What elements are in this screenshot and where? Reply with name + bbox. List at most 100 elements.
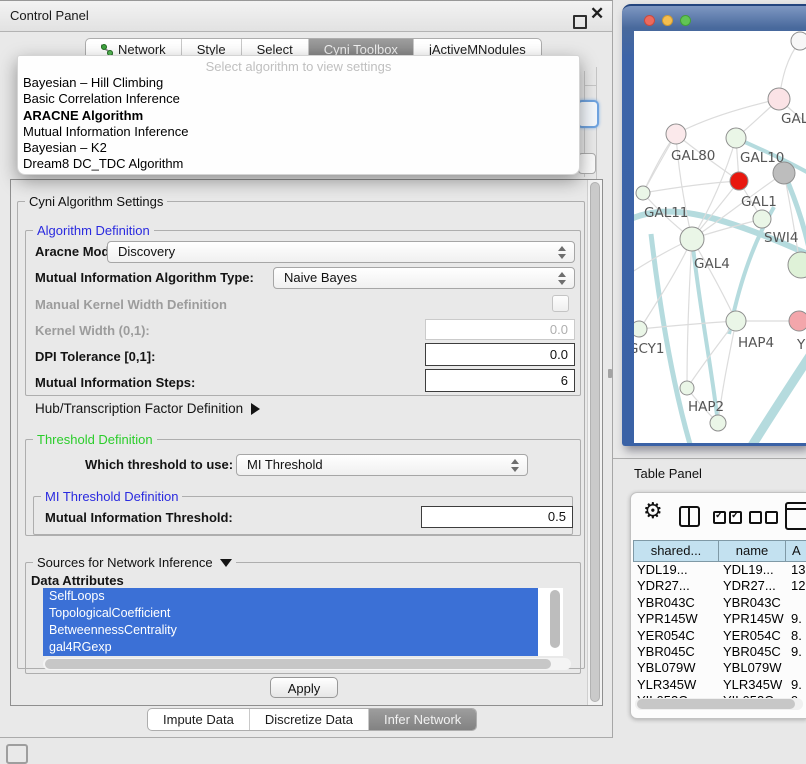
network-node[interactable] [710,415,726,431]
list-horizontal-scrollbar[interactable] [43,658,571,670]
data-attributes-list[interactable]: SelfLoopsTopologicalCoefficientBetweenne… [43,588,563,656]
algorithm-option-dream8-dc-tdc-algorithm[interactable]: Dream8 DC_TDC Algorithm [18,156,579,172]
network-node-gal10[interactable] [726,128,746,148]
unchecked-checkbox-icon[interactable] [749,511,762,524]
cell: 9. [787,644,802,660]
dpi-tolerance-field[interactable]: 0.0 [425,343,575,366]
network-graph[interactable]: GALGAL80GAL10GAL1GAL11SWI4GAL4GCY1HAP4YH… [634,31,806,443]
node-label: GAL11 [644,205,688,221]
table-row[interactable]: YDR27...YDR27...12 [633,578,806,594]
node-label: HAP2 [688,399,724,415]
apply-button[interactable]: Apply [270,677,338,698]
minimize-window-icon[interactable] [662,15,673,26]
hidden-combobox-fragment [577,100,599,128]
cell: YDL19... [719,562,787,578]
tab-infer-network[interactable]: Infer Network [369,709,476,730]
hub-definition-expander[interactable]: Hub/Transcription Factor Definition [35,401,260,416]
manual-kernel-width-checkbox[interactable] [552,295,569,312]
network-node-gal11[interactable] [636,186,650,200]
network-node-hap4[interactable] [726,311,746,331]
network-canvas[interactable]: GALGAL80GAL10GAL1GAL11SWI4GAL4GCY1HAP4YH… [634,31,806,443]
settings-vertical-scrollbar[interactable] [587,180,602,705]
close-window-icon[interactable] [644,15,655,26]
scrollbar-thumb[interactable] [637,699,795,709]
cell: YBR045C [633,644,719,660]
network-node[interactable] [791,32,806,50]
network-node-gal4[interactable] [680,227,704,251]
mi-algorithm-type-combobox[interactable]: Naive Bayes [273,267,575,289]
scrollbar-thumb[interactable] [590,182,600,702]
algorithm-option-aracne-algorithm[interactable]: ARACNE Algorithm [18,108,579,124]
network-node[interactable] [773,162,795,184]
network-node-hap2[interactable] [680,381,694,395]
split-columns-icon[interactable] [679,506,700,527]
cyni-settings-pane: Cyni Algorithm Settings Algorithm Defini… [10,179,603,706]
network-edge [651,234,692,443]
aracne-mode-combobox[interactable]: Discovery [107,241,575,263]
algorithm-option-mutual-information-inference[interactable]: Mutual Information Inference [18,124,579,140]
table-panel-title: Table Panel [634,459,702,489]
close-icon[interactable]: ✕ [590,4,604,24]
algorithm-option-bayesian-hill-climbing[interactable]: Bayesian – Hill Climbing [18,75,579,91]
group-title: Algorithm Definition [33,223,154,238]
group-title: Threshold Definition [33,432,157,447]
scrollbar-thumb[interactable] [550,590,560,648]
kernel-width-field[interactable]: 0.0 [425,319,575,340]
data-attribute-item[interactable]: TopologicalCoefficient [43,605,538,622]
zoom-window-icon[interactable] [680,15,691,26]
group-title: Cyni Algorithm Settings [25,194,167,209]
network-view-window[interactable]: GALGAL80GAL10GAL1GAL11SWI4GAL4GCY1HAP4YH… [622,4,806,446]
network-node[interactable] [753,210,771,228]
cell: YBL079W [633,660,719,676]
table-row[interactable]: YBR045CYBR045C9. [633,644,806,660]
column-header[interactable]: name [718,540,786,562]
spinner-arrows-icon [510,459,519,472]
algorithm-option-bayesian-k2[interactable]: Bayesian – K2 [18,140,579,156]
tab-impute-data[interactable]: Impute Data [148,709,250,730]
data-attribute-item[interactable]: gal4RGexp [43,639,538,656]
table-row[interactable]: YPR145WYPR145W9. [633,611,806,627]
network-node[interactable] [788,252,806,278]
combobox-value: MI Threshold [247,457,323,472]
gear-icon[interactable]: ⚙ [643,499,663,524]
checked-checkbox-icon[interactable] [729,511,742,524]
algorithm-option-basic-correlation-inference[interactable]: Basic Correlation Inference [18,91,579,107]
table-row[interactable]: YDL19...YDL19...13 [633,562,806,578]
data-attributes-label: Data Attributes [31,573,124,588]
cell: 9. [787,611,802,627]
sources-collapser[interactable]: Sources for Network Inference [33,555,236,570]
column-header[interactable]: shared... [633,540,719,562]
data-attribute-item[interactable]: SelfLoops [43,588,538,605]
network-node-gal1[interactable] [730,172,748,190]
panel-divider-grip[interactable] [608,369,612,378]
node-label: GAL1 [741,194,777,210]
cell: YLR345W [719,677,787,693]
network-node-y[interactable] [789,311,806,331]
cell: YER054C [719,628,787,644]
table-row[interactable]: YBR043CYBR043C [633,595,806,611]
expander-arrow-icon [251,403,260,415]
float-panel-icon[interactable] [573,15,587,29]
table-row[interactable]: YLR345WYLR345W9. [633,677,806,693]
network-node-gal80[interactable] [666,124,686,144]
dock-panel-icon[interactable] [6,744,28,764]
network-node-gcy1[interactable] [634,321,647,337]
network-node-gal[interactable] [768,88,790,110]
list-vertical-scrollbar[interactable] [548,588,563,656]
checked-checkbox-icon[interactable] [713,511,726,524]
unchecked-checkbox-icon[interactable] [765,511,778,524]
mi-steps-field[interactable]: 6 [425,369,575,392]
scrollbar-thumb[interactable] [45,659,551,669]
data-attribute-item[interactable]: BetweennessCentrality [43,622,538,639]
mi-threshold-field[interactable]: 0.5 [421,506,573,528]
which-threshold-combobox[interactable]: MI Threshold [236,454,528,476]
tab-discretize-data[interactable]: Discretize Data [250,709,369,730]
sources-title: Sources for Network Inference [37,555,213,570]
tab-label: Discretize Data [265,709,353,730]
column-header[interactable]: A [785,540,806,562]
table-row[interactable]: YER054CYER054C8. [633,628,806,644]
table-row[interactable]: YBL079WYBL079W [633,660,806,676]
table-icon[interactable] [785,502,806,530]
table-horizontal-scrollbar[interactable] [635,698,803,710]
algorithm-dropdown: Select algorithm to view settings Bayesi… [17,55,580,175]
